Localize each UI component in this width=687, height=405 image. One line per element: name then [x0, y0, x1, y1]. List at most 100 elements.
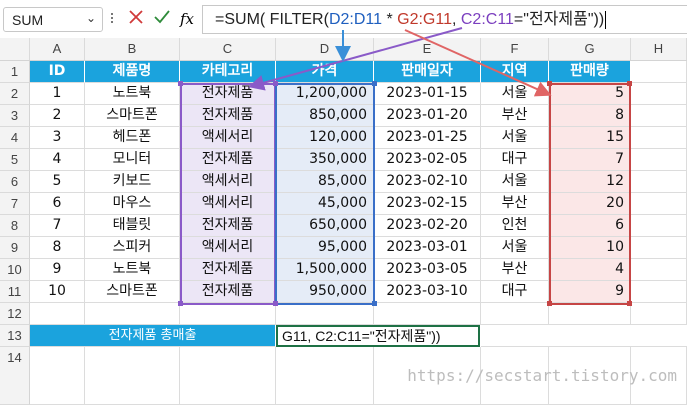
header-cell-date[interactable]: 판매일자 — [374, 61, 481, 83]
cell-region[interactable]: 인천 — [481, 215, 549, 237]
cell-sales[interactable]: 4 — [549, 259, 631, 281]
cell-date[interactable]: 2023-01-15 — [374, 83, 481, 105]
check-icon[interactable] — [151, 9, 173, 29]
cell-category[interactable]: 액세서리 — [180, 193, 276, 215]
cell-category[interactable]: 전자제품 — [180, 105, 276, 127]
column-header-b[interactable]: B — [85, 38, 180, 60]
cell-product[interactable]: 노트북 — [85, 83, 180, 105]
row-header-5[interactable]: 5 — [0, 149, 30, 171]
cell-id[interactable]: 3 — [30, 127, 85, 149]
cell-date[interactable]: 2023-03-10 — [374, 281, 481, 303]
cell[interactable] — [481, 303, 549, 325]
cell-region[interactable]: 서울 — [481, 127, 549, 149]
cell-sales[interactable]: 20 — [549, 193, 631, 215]
cell-id[interactable]: 4 — [30, 149, 85, 171]
cell-id[interactable]: 5 — [30, 171, 85, 193]
cell[interactable] — [631, 237, 687, 259]
column-header-e[interactable]: E — [374, 38, 481, 60]
row-header-9[interactable]: 9 — [0, 237, 30, 259]
cell-date[interactable]: 2023-01-20 — [374, 105, 481, 127]
header-cell-price[interactable]: 가격 — [276, 61, 374, 83]
cell-product[interactable]: 노트북 — [85, 259, 180, 281]
cell-id[interactable]: 10 — [30, 281, 85, 303]
cell[interactable] — [276, 303, 374, 325]
cell-date[interactable]: 2023-02-05 — [374, 149, 481, 171]
active-cell-editor[interactable]: G11, C2:C11="전자제품")) — [276, 325, 480, 347]
cell-price[interactable]: 950,000 — [276, 281, 374, 303]
row-header-8[interactable]: 8 — [0, 215, 30, 237]
cell[interactable] — [180, 347, 276, 405]
cell[interactable] — [85, 347, 180, 405]
cell-sales[interactable]: 12 — [549, 171, 631, 193]
cell-product[interactable]: 키보드 — [85, 171, 180, 193]
cell-id[interactable]: 7 — [30, 215, 85, 237]
cell-date[interactable]: 2023-03-01 — [374, 237, 481, 259]
cell-category[interactable]: 전자제품 — [180, 281, 276, 303]
cell-region[interactable]: 대구 — [481, 149, 549, 171]
row-header-7[interactable]: 7 — [0, 193, 30, 215]
column-header-c[interactable]: C — [180, 38, 276, 60]
cell-region[interactable]: 대구 — [481, 281, 549, 303]
cell-product[interactable]: 태블릿 — [85, 215, 180, 237]
cell[interactable] — [85, 303, 180, 325]
cell-sales[interactable]: 7 — [549, 149, 631, 171]
cell-price[interactable]: 85,000 — [276, 171, 374, 193]
cell-date[interactable]: 2023-02-10 — [374, 171, 481, 193]
cell[interactable] — [276, 347, 374, 405]
row-header-3[interactable]: 3 — [0, 105, 30, 127]
chevron-down-icon[interactable]: ⌄ — [86, 11, 96, 25]
row-header-13[interactable]: 13 — [0, 325, 30, 347]
cell-category[interactable]: 액세서리 — [180, 237, 276, 259]
cell-category[interactable]: 전자제품 — [180, 259, 276, 281]
cell-sales[interactable]: 15 — [549, 127, 631, 149]
cell-id[interactable]: 8 — [30, 237, 85, 259]
cell[interactable] — [30, 347, 85, 405]
cell-region[interactable]: 부산 — [481, 193, 549, 215]
formula-input[interactable]: =SUM( FILTER(D2:D11 * G2:G11, C2:C11="전자… — [202, 5, 687, 34]
cell-price[interactable]: 850,000 — [276, 105, 374, 127]
cell-region[interactable]: 부산 — [481, 259, 549, 281]
cell-price[interactable]: 350,000 — [276, 149, 374, 171]
column-header-h[interactable]: H — [631, 38, 687, 60]
column-header-g[interactable]: G — [549, 38, 631, 60]
cell-price[interactable]: 120,000 — [276, 127, 374, 149]
cell-id[interactable]: 6 — [30, 193, 85, 215]
cell-date[interactable]: 2023-02-20 — [374, 215, 481, 237]
drag-handle-icon[interactable] — [110, 11, 114, 27]
cell-id[interactable]: 9 — [30, 259, 85, 281]
cell[interactable] — [631, 105, 687, 127]
row-header-10[interactable]: 10 — [0, 259, 30, 281]
cell[interactable] — [549, 303, 631, 325]
cell[interactable] — [631, 61, 687, 83]
header-cell-category[interactable]: 카테고리 — [180, 61, 276, 83]
name-box[interactable]: SUM ⌄ — [3, 7, 103, 32]
cell-price[interactable]: 650,000 — [276, 215, 374, 237]
cell-date[interactable]: 2023-03-05 — [374, 259, 481, 281]
cell-region[interactable]: 서울 — [481, 171, 549, 193]
insert-function-button[interactable]: fx — [176, 9, 198, 29]
cell-region[interactable]: 부산 — [481, 105, 549, 127]
select-all-corner[interactable] — [0, 38, 30, 60]
cell-product[interactable]: 모니터 — [85, 149, 180, 171]
cell-category[interactable]: 전자제품 — [180, 149, 276, 171]
cell-date[interactable]: 2023-01-25 — [374, 127, 481, 149]
row-header-1[interactable]: 1 — [0, 61, 30, 83]
row-header-11[interactable]: 11 — [0, 281, 30, 303]
cell[interactable] — [631, 281, 687, 303]
column-header-f[interactable]: F — [481, 38, 549, 60]
cell-sales[interactable]: 10 — [549, 237, 631, 259]
cell-product[interactable]: 스마트폰 — [85, 105, 180, 127]
row-header-12[interactable]: 12 — [0, 303, 30, 325]
cell[interactable] — [180, 303, 276, 325]
cell-sales[interactable]: 8 — [549, 105, 631, 127]
cell[interactable] — [481, 325, 687, 347]
cell-price[interactable]: 45,000 — [276, 193, 374, 215]
cell[interactable] — [631, 149, 687, 171]
cell-product[interactable]: 스피커 — [85, 237, 180, 259]
cell-product[interactable]: 마우스 — [85, 193, 180, 215]
cell-region[interactable]: 서울 — [481, 83, 549, 105]
cell[interactable] — [631, 127, 687, 149]
cell-price[interactable]: 1,200,000 — [276, 83, 374, 105]
cell-sales[interactable]: 9 — [549, 281, 631, 303]
header-cell-sales[interactable]: 판매량 — [549, 61, 631, 83]
